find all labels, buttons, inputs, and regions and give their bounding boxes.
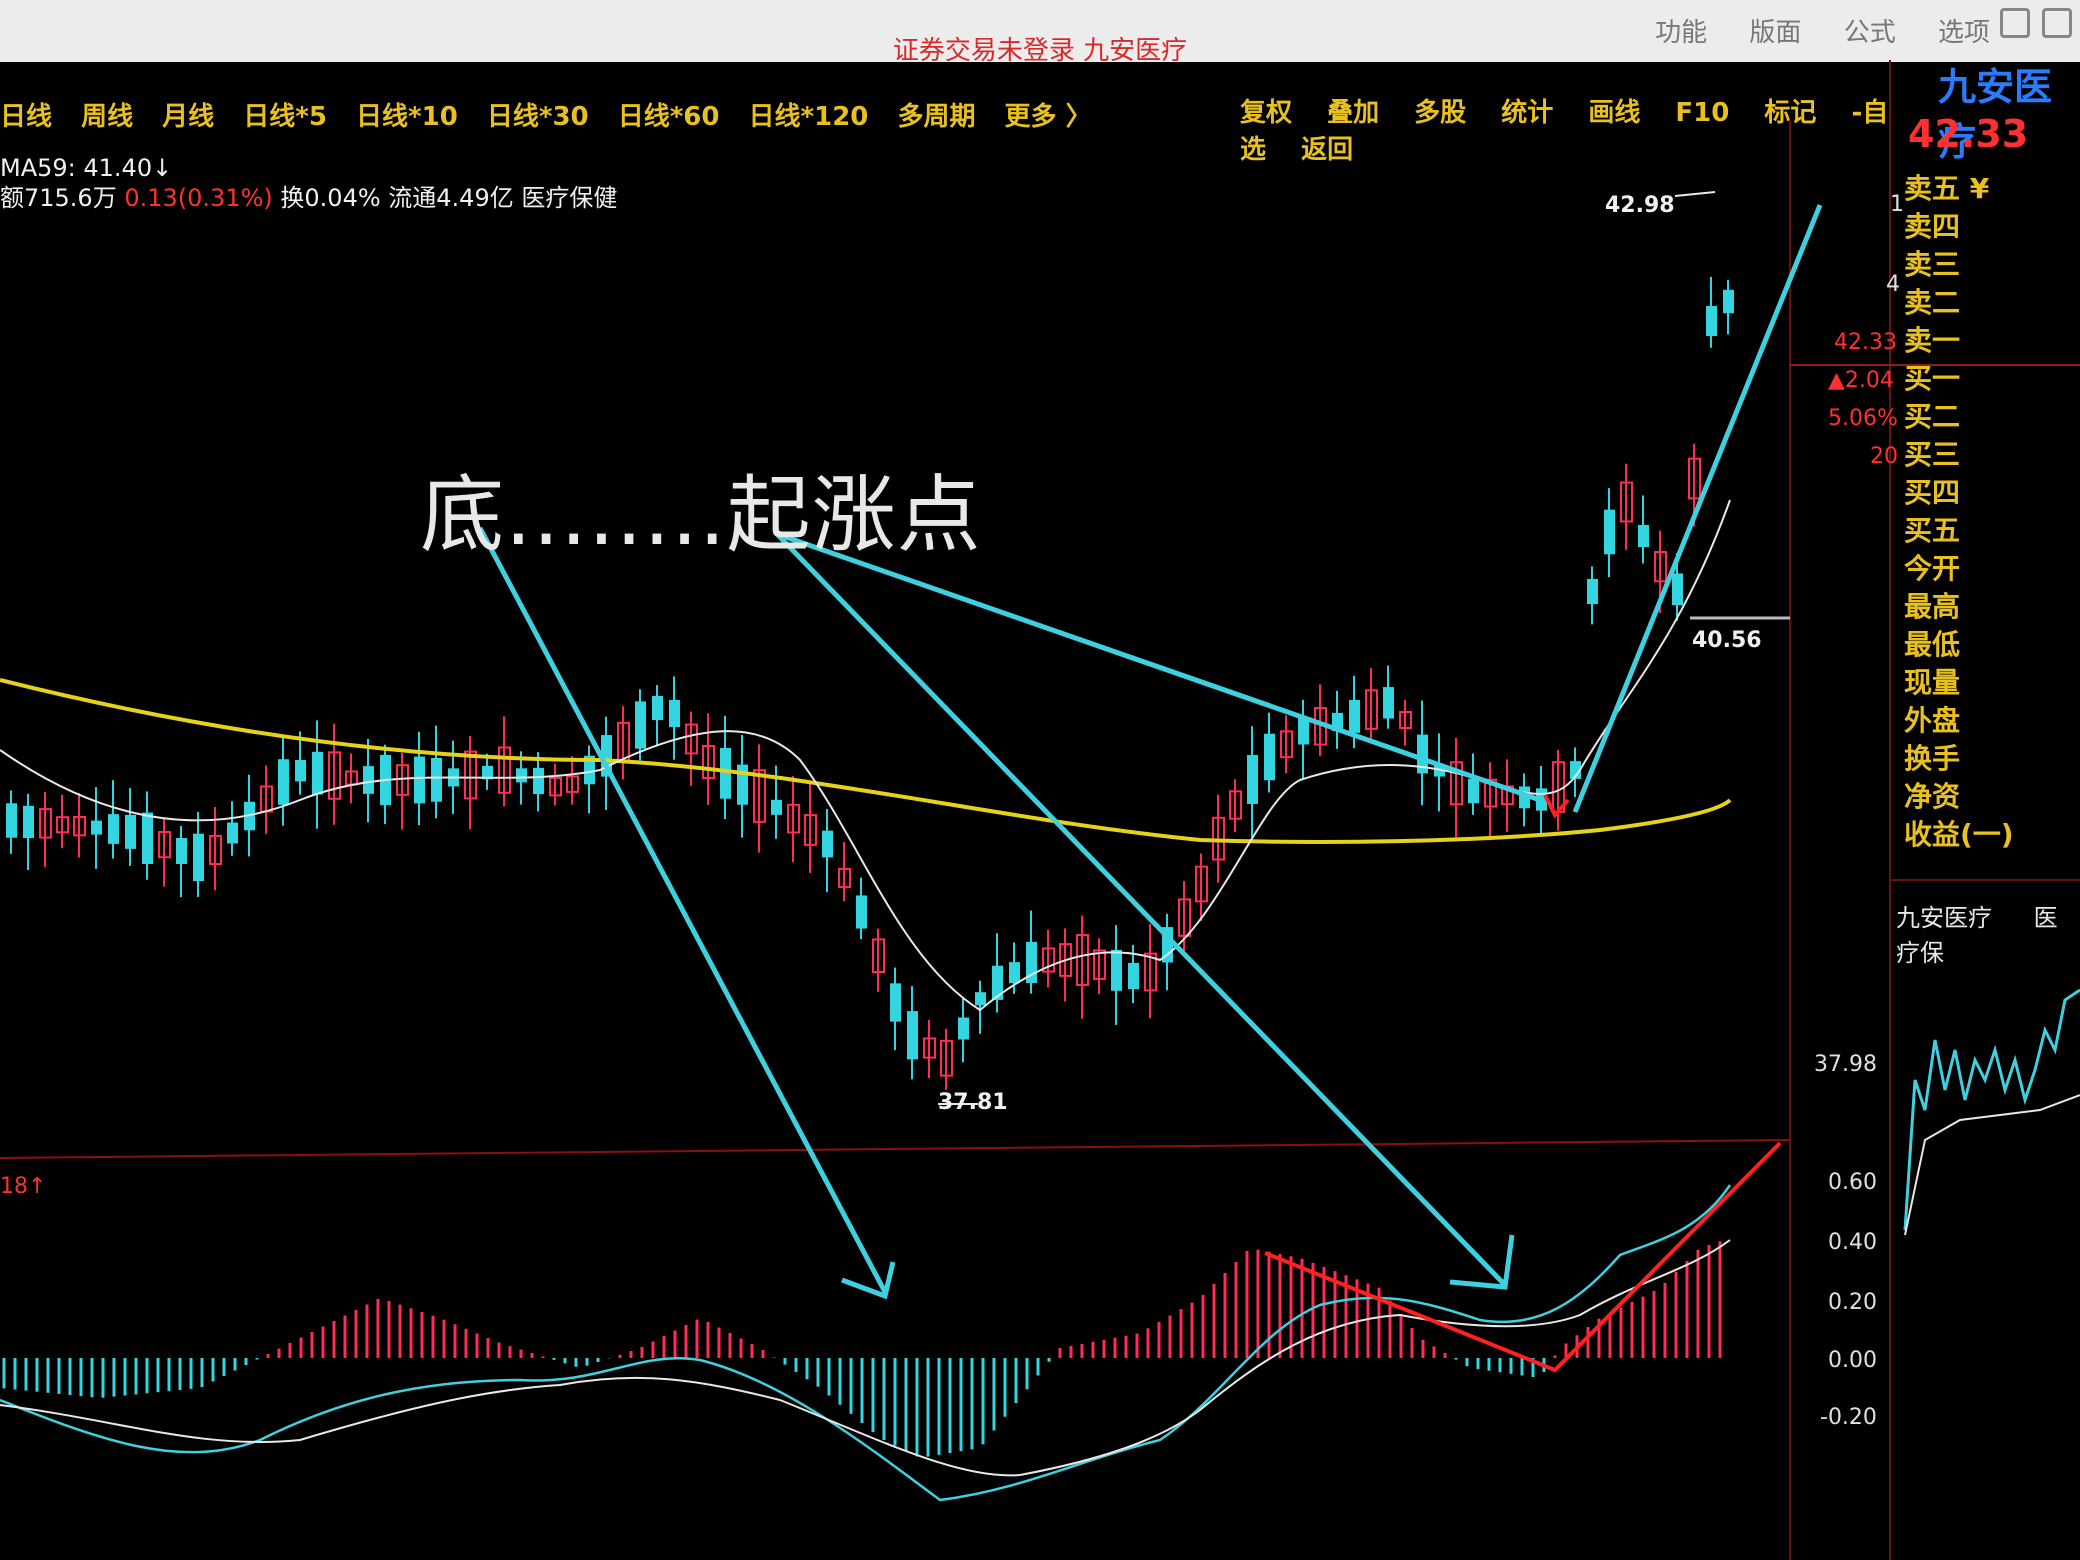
macd-left-label: 18↑ <box>0 1174 47 1199</box>
candle-body <box>23 805 34 839</box>
high-price-label: 42.98 <box>1605 193 1675 218</box>
candle-body <box>771 799 782 815</box>
candle-body <box>312 751 323 795</box>
axis-label: 37.98 <box>1814 1052 1877 1077</box>
candle-body <box>193 833 204 882</box>
candle-body <box>6 803 17 838</box>
candle-body <box>278 759 289 805</box>
candle-body <box>1672 573 1683 606</box>
candle-body <box>1723 289 1734 314</box>
candle-body <box>227 822 238 844</box>
candle-body <box>822 830 833 858</box>
candle-body <box>1468 778 1479 804</box>
candle-body <box>1349 699 1360 733</box>
axis-label: ▲2.04 <box>1828 368 1894 393</box>
candle-body <box>533 767 544 795</box>
candle-body <box>1009 962 1020 984</box>
quote-label: 买二 <box>1904 400 1961 433</box>
quote-label: 净资 <box>1904 780 1961 813</box>
candle-body <box>907 1011 918 1060</box>
quote-label: 买五 <box>1904 514 1961 547</box>
quote-label: 卖二 <box>1904 286 1961 319</box>
minute-avg-line <box>1904 1094 2080 1236</box>
macd-tick: 0.00 <box>1828 1348 1877 1373</box>
macd-tick: 0.20 <box>1828 1290 1877 1315</box>
candle-body <box>142 812 153 864</box>
annotation-arrow-macd <box>773 530 1507 1287</box>
macd-tick: 0.60 <box>1828 1170 1877 1195</box>
quote-label: 最高 <box>1904 590 1961 623</box>
candle-body <box>890 983 901 1022</box>
quote-label: 现量 <box>1904 666 1961 699</box>
candle-body <box>856 895 867 929</box>
quote-label: 买四 <box>1904 476 1961 509</box>
macd-tick: -0.20 <box>1820 1405 1877 1430</box>
quote-label: 换手 <box>1904 742 1961 775</box>
macd-bars-layer <box>2 1241 1722 1457</box>
quote-label: 卖四 <box>1904 210 1961 243</box>
candle-body <box>295 759 306 782</box>
macd-dif-line <box>0 1184 1732 1502</box>
axis-label: 1 <box>1890 192 1904 217</box>
candle-body <box>108 814 119 844</box>
candle-body <box>363 766 374 794</box>
quote-label: 卖一 <box>1904 324 1961 357</box>
candle-body <box>431 757 442 802</box>
minute-chart-line <box>1903 988 2080 1231</box>
quote-label: 卖五 ¥ <box>1904 172 1990 205</box>
candle-body <box>975 992 986 1006</box>
candle-body <box>1638 524 1649 548</box>
quote-list: 卖五 ¥ 卖四 卖三 卖二 卖一 买一 买二 买三 买四 买五 今开 最高 最低… <box>1904 170 2014 854</box>
candle-body <box>1383 687 1394 719</box>
quote-label: 卖三 <box>1904 248 1961 281</box>
quote-label: 收益(一) <box>1904 818 2014 851</box>
candle-body <box>1128 962 1139 990</box>
annotation-arrow-bottom <box>477 526 888 1294</box>
quote-label: 买三 <box>1904 438 1961 471</box>
candle-body <box>1298 718 1309 745</box>
annotation-arrow-breakout <box>779 532 1541 803</box>
quote-label: 外盘 <box>1904 704 1961 737</box>
last-price-label: 40.56 <box>1692 628 1762 653</box>
candle-body <box>414 756 425 804</box>
candle-body <box>516 768 527 783</box>
candle-body <box>992 965 1003 1000</box>
axis-label: 5.06% <box>1828 406 1898 431</box>
macd-tick: 0.40 <box>1828 1230 1877 1255</box>
side-footer: 九安医疗 医疗保 <box>1896 898 2080 968</box>
candle-body <box>1706 305 1717 337</box>
quote-label: 买一 <box>1904 362 1961 395</box>
axis-label: 42.33 <box>1834 330 1897 355</box>
candle-body <box>635 701 646 749</box>
low-price-label: 37.81 <box>938 1090 1008 1115</box>
candlestick-chart[interactable] <box>0 0 2080 1560</box>
quote-label: 最低 <box>1904 628 1961 661</box>
candle-body <box>669 699 680 728</box>
ma-short-line <box>0 499 1731 1012</box>
candle-body <box>176 837 187 865</box>
axis-label: 20 <box>1870 444 1898 469</box>
stock-price: 42.33 <box>1908 112 2029 156</box>
candle-body <box>125 814 136 849</box>
quote-label: 今开 <box>1904 552 1961 585</box>
candle-body <box>1604 509 1615 555</box>
high-pointer <box>1674 191 1716 197</box>
candle-body <box>1264 733 1275 781</box>
candles-layer <box>6 277 1734 1090</box>
trend-line-up <box>1572 204 1823 813</box>
arrowhead-bottom <box>841 1261 896 1300</box>
footer-stock[interactable]: 九安医疗 <box>1896 904 1992 932</box>
ma-long-line <box>0 678 1732 844</box>
candle-body <box>1587 578 1598 605</box>
candle-body <box>1111 949 1122 991</box>
candle-body <box>91 820 102 835</box>
pane-divider <box>0 1139 1791 1159</box>
candle-body <box>958 1017 969 1040</box>
axis-label: 4 <box>1886 272 1900 297</box>
candle-body <box>1247 755 1258 804</box>
annotation-text: 底........起涨点 <box>420 466 982 564</box>
candle-body <box>652 695 663 721</box>
